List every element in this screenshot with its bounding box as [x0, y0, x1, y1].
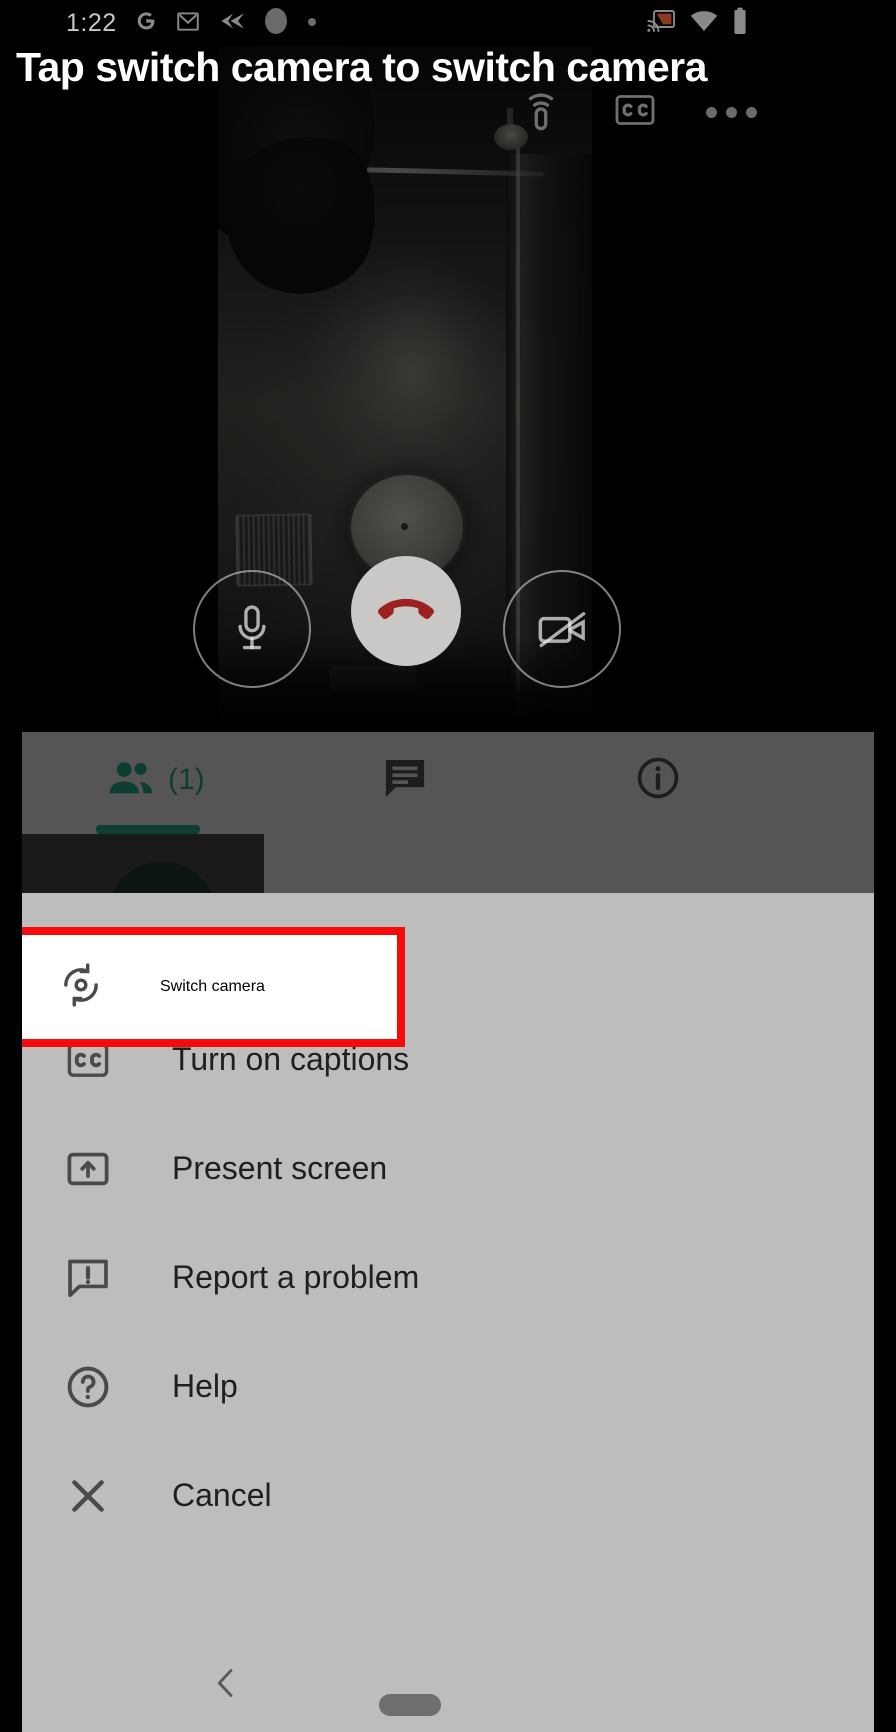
wifi-icon — [690, 10, 718, 37]
system-navigation-bar — [22, 1635, 874, 1732]
people-icon — [107, 760, 155, 801]
panel-tab-bar: (1) — [22, 732, 874, 834]
back-chevron-icon[interactable] — [206, 1663, 246, 1703]
status-bar-clock: 1:22 — [66, 8, 117, 37]
system-status-bar: 1:22 — [0, 0, 896, 46]
instruction-banner: Tap switch camera to switch camera — [0, 42, 896, 92]
menu-item-label: Cancel — [172, 1477, 272, 1513]
cast-icon[interactable] — [520, 85, 562, 140]
phone-screen: (1) Turn on captions Present screen Repo… — [0, 0, 896, 1732]
menu-item-switch-camera-highlighted[interactable]: Switch camera — [10, 927, 405, 1047]
menu-item-present-screen[interactable]: Present screen — [22, 1114, 874, 1223]
left-bezel — [0, 0, 22, 1732]
gmail-icon — [175, 8, 201, 39]
menu-item-cancel[interactable]: Cancel — [22, 1441, 874, 1550]
report-problem-icon — [60, 1257, 116, 1299]
end-call-button[interactable] — [351, 556, 461, 666]
circle-icon — [261, 6, 291, 41]
more-dot — [706, 106, 717, 118]
closed-captions-icon[interactable] — [614, 92, 656, 133]
tab-info[interactable] — [635, 732, 681, 828]
menu-item-report-a-problem[interactable]: Report a problem — [22, 1223, 874, 1332]
cast-icon — [646, 8, 676, 39]
tab-people[interactable]: (1) — [107, 732, 205, 828]
menu-item-label: Help — [172, 1368, 238, 1404]
menu-item-label: Switch camera — [160, 978, 265, 995]
present-screen-icon — [60, 1150, 116, 1188]
tab-chat[interactable] — [382, 732, 428, 828]
menu-item-label: Report a problem — [172, 1259, 420, 1295]
battery-icon — [732, 7, 748, 40]
google-icon — [133, 8, 159, 39]
help-circle-icon — [60, 1364, 116, 1410]
right-bezel — [874, 0, 896, 1732]
tab-people-count: (1) — [168, 763, 205, 796]
menu-item-help[interactable]: Help — [22, 1332, 874, 1441]
more-options-icon[interactable] — [706, 106, 757, 118]
participant-thumbnail-strip — [22, 834, 874, 893]
participant-thumbnail[interactable] — [22, 834, 264, 893]
more-dot — [746, 106, 757, 118]
chat-bubble-icon — [382, 757, 428, 804]
home-pill-indicator[interactable] — [379, 1694, 441, 1716]
more-dot — [726, 106, 737, 118]
call-bottom-panel: (1) — [22, 732, 874, 893]
tab-selected-indicator — [96, 825, 200, 834]
call-controls — [0, 556, 896, 710]
camera-button[interactable] — [503, 570, 621, 688]
status-bar-right — [646, 0, 748, 46]
dot-icon — [307, 14, 317, 32]
close-x-icon — [60, 1474, 116, 1518]
instruction-text: Tap switch camera to switch camera — [16, 44, 707, 90]
menu-item-label: Present screen — [172, 1150, 388, 1186]
send-arrow-icon — [217, 10, 245, 37]
video-wall-disc-dot — [401, 523, 408, 530]
avatar — [110, 862, 214, 893]
microphone-button[interactable] — [193, 570, 311, 688]
status-bar-left: 1:22 — [66, 0, 317, 46]
switch-camera-icon — [58, 962, 104, 1013]
info-circle-icon — [635, 755, 681, 806]
